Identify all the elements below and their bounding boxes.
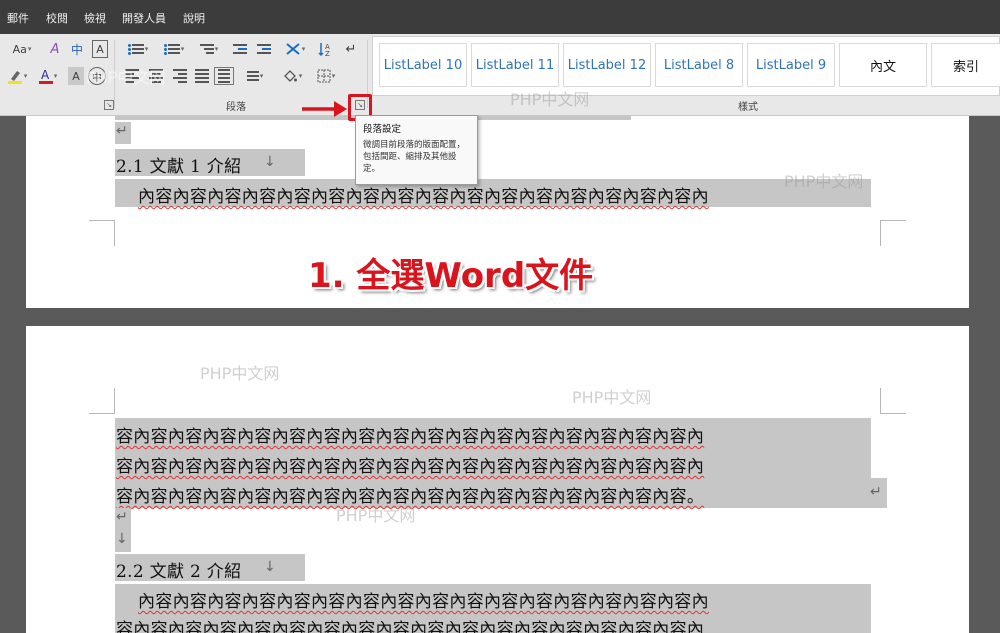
body-text-line[interactable]: 容內容內容內容內容內容內容內容內容內容內容內容內容內容內容內容內容內	[116, 452, 704, 477]
body-text-line[interactable]: 容內容內容內容內容內容內容內容內容內容內容內容內容內容內容內容內容內	[116, 422, 704, 447]
decrease-indent-button[interactable]	[230, 40, 250, 58]
watermark: PHP中文网	[336, 506, 416, 525]
show-marks-icon: ↵	[345, 41, 357, 57]
show-marks-button[interactable]: ↵	[342, 40, 360, 58]
watermark: PHP中文网	[86, 68, 166, 87]
svg-text:A: A	[41, 68, 50, 82]
styles-group-label: 樣式	[738, 102, 758, 113]
style-listlabel-9[interactable]: ListLabel 9	[747, 43, 835, 87]
font-color-icon: A	[38, 68, 53, 84]
menu-developer[interactable]: 開發人員	[122, 10, 166, 26]
line-break-mark: ↓	[264, 154, 276, 170]
increase-indent-button[interactable]	[254, 40, 274, 58]
style-listlabel-11[interactable]: ListLabel 11	[471, 43, 559, 87]
highlight-color-button[interactable]: ▾	[2, 67, 32, 85]
asian-layout-button[interactable]: ▾	[280, 40, 310, 58]
style-listlabel-10[interactable]: ListLabel 10	[379, 43, 467, 87]
heading-2-2[interactable]: 2.2 文獻 2 介紹	[116, 557, 241, 582]
line-spacing-button[interactable]: ▾	[240, 67, 270, 85]
asian-layout-icon	[286, 43, 300, 55]
crop-mark	[89, 220, 115, 246]
line-break-mark: ↓	[264, 559, 276, 575]
character-border-icon[interactable]: A	[92, 40, 108, 58]
paragraph-group-label: 段落	[226, 102, 246, 113]
style-index[interactable]: 索引	[931, 43, 1000, 87]
document-page-2: 容內容內容內容內容內容內容內容內容內容內容內容內容內容內容內容內容內 容內容內容…	[26, 326, 969, 633]
line-spacing-icon	[246, 71, 259, 81]
paragraph-mark: ↵	[116, 123, 128, 139]
borders-icon	[317, 69, 331, 83]
body-text-line[interactable]: 內容內容內容內容內容內容內容內容內容內容內容內容內容內容內容內容內	[138, 182, 709, 207]
sort-icon: AZ	[318, 43, 330, 57]
justify-icon	[195, 69, 209, 83]
annotation-step-1: 1. 全選Word文件	[308, 256, 594, 296]
body-text-line[interactable]: 內容內容內容內容內容內容內容內容內容內容內容內容內容內容內容內容內	[138, 587, 709, 612]
numbering-button[interactable]: ▾	[158, 40, 190, 58]
paragraph-settings-tooltip: 段落設定 微調目前段落的版面配置，包括間距、縮排及其他設定。	[355, 115, 478, 185]
shading-button[interactable]: ▾	[278, 67, 306, 85]
watermark: PHP中文网	[784, 172, 864, 191]
paragraph-mark: ↵	[870, 484, 882, 500]
styles-gallery: ListLabel 10 ListLabel 11 ListLabel 12 L…	[372, 36, 1000, 96]
character-shading-icon[interactable]: A	[68, 67, 84, 85]
highlighter-icon	[7, 71, 22, 84]
bullets-icon	[127, 43, 144, 55]
distributed-button[interactable]	[214, 67, 234, 85]
distributed-icon	[218, 69, 230, 83]
menu-mailings[interactable]: 郵件	[7, 10, 29, 26]
watermark: PHP中文网	[200, 364, 280, 383]
menu-review[interactable]: 校閱	[46, 10, 68, 26]
clear-formatting-icon[interactable]: A	[46, 40, 64, 58]
bullets-button[interactable]: ▾	[122, 40, 154, 58]
menu-view[interactable]: 檢視	[84, 10, 106, 26]
paint-bucket-icon	[283, 70, 297, 82]
font-color-button[interactable]: A ▾	[34, 67, 62, 85]
crop-mark	[880, 388, 906, 414]
style-normal[interactable]: 內文	[839, 43, 927, 87]
align-right-icon	[173, 69, 187, 83]
change-case-button[interactable]: Aa ▾	[8, 40, 36, 58]
watermark: PHP中文网	[510, 90, 590, 109]
tooltip-body: 微調目前段落的版面配置，包括間距、縮排及其他設定。	[363, 140, 466, 174]
crop-mark	[880, 220, 906, 246]
menu-help[interactable]: 說明	[183, 10, 205, 26]
decrease-indent-icon	[233, 44, 247, 54]
red-arrow-icon	[302, 101, 347, 117]
heading-2-1[interactable]: 2.1 文獻 1 介紹	[116, 152, 241, 177]
svg-text:Z: Z	[325, 50, 330, 57]
phonetic-guide-icon[interactable]: 中	[68, 40, 86, 58]
numbering-icon	[163, 43, 180, 55]
line-break-mark: ↓	[116, 531, 128, 547]
body-text-line[interactable]: 容內容內容內容內容內容內容內容內容內容內容內容內容內容內容內容內容內	[116, 615, 704, 633]
font-dialog-launcher-icon[interactable]: ↘	[104, 100, 114, 110]
borders-button[interactable]: ▾	[312, 67, 340, 85]
paragraph-mark: ↵	[116, 509, 128, 525]
tooltip-title: 段落設定	[363, 124, 402, 135]
style-listlabel-8[interactable]: ListLabel 8	[655, 43, 743, 87]
multilevel-list-icon	[199, 44, 214, 54]
multilevel-list-button[interactable]: ▾	[194, 40, 224, 58]
sort-button[interactable]: AZ	[316, 40, 336, 58]
change-case-label: Aa	[12, 42, 27, 56]
watermark: PHP中文网	[572, 388, 652, 407]
crop-mark	[89, 388, 115, 414]
align-right-button[interactable]	[170, 67, 190, 85]
increase-indent-icon	[257, 44, 271, 54]
justify-button[interactable]	[192, 67, 212, 85]
style-listlabel-12[interactable]: ListLabel 12	[563, 43, 651, 87]
menu-bar: 郵件 校閱 檢視 開發人員 說明	[0, 0, 1000, 34]
